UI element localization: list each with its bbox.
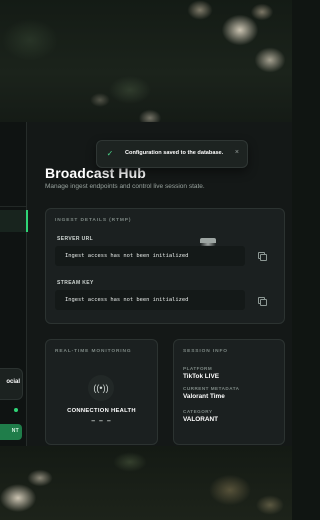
- platform-value: TikTok LIVE: [183, 373, 219, 380]
- check-icon: ✓: [106, 149, 114, 158]
- category-value: VALORANT: [183, 416, 219, 423]
- server-url-label: SERVER URL: [57, 236, 94, 242]
- toast-notification: ✓ Configuration saved to the database. ×: [96, 140, 248, 168]
- page-subtitle: Manage ingest endpoints and control live…: [45, 183, 205, 190]
- sidebar: ocial NT: [0, 122, 28, 446]
- server-url-value: Ingest access has not been initialized: [65, 253, 189, 259]
- sidebar-profile-label: ocial: [6, 379, 20, 385]
- sidebar-profile-card[interactable]: ocial: [0, 368, 23, 400]
- monitoring-card: REAL-TIME MONITORING ((•)) CONNECTION HE…: [45, 339, 158, 445]
- background-photo-top: [0, 0, 292, 122]
- toast-message: Configuration saved to the database.: [125, 150, 224, 156]
- connection-health-title: CONNECTION HEALTH: [67, 408, 136, 414]
- session-section-label: SESSION INFO: [183, 349, 228, 354]
- copy-icon[interactable]: [256, 295, 268, 307]
- broadcast-icon: ((•)): [88, 375, 114, 401]
- category-label: CATEGORY: [183, 409, 213, 414]
- ingest-details-card: INGEST DETAILS (RTMP) SERVER URL Ingest …: [45, 208, 285, 324]
- status-dot-icon: [14, 408, 18, 412]
- stream-key-field[interactable]: Ingest access has not been initialized: [55, 290, 245, 310]
- session-info-card: SESSION INFO PLATFORM TikTok LIVE CURREN…: [173, 339, 285, 445]
- platform-label: PLATFORM: [183, 366, 213, 371]
- copy-icon[interactable]: [256, 250, 268, 262]
- sidebar-action-label: NT: [11, 428, 19, 434]
- metadata-label: CURRENT METADATA: [183, 386, 240, 391]
- close-icon[interactable]: ×: [235, 149, 239, 156]
- stream-key-label: STREAM KEY: [57, 280, 94, 286]
- sidebar-action-button[interactable]: NT: [0, 424, 22, 440]
- ingest-section-label: INGEST DETAILS (RTMP): [55, 218, 132, 223]
- monitoring-section-label: REAL-TIME MONITORING: [55, 349, 132, 354]
- background-photo-bottom: [0, 446, 292, 520]
- server-url-field[interactable]: Ingest access has not been initialized: [55, 246, 245, 266]
- metadata-value: Valorant Time: [183, 393, 225, 400]
- app-window: ocial NT Broadcast Hub Manage ingest end…: [0, 122, 292, 446]
- sidebar-divider: [0, 206, 26, 207]
- sidebar-item-active[interactable]: [0, 210, 28, 232]
- connection-health-value: – – –: [91, 418, 112, 425]
- stream-key-value: Ingest access has not been initialized: [65, 297, 189, 303]
